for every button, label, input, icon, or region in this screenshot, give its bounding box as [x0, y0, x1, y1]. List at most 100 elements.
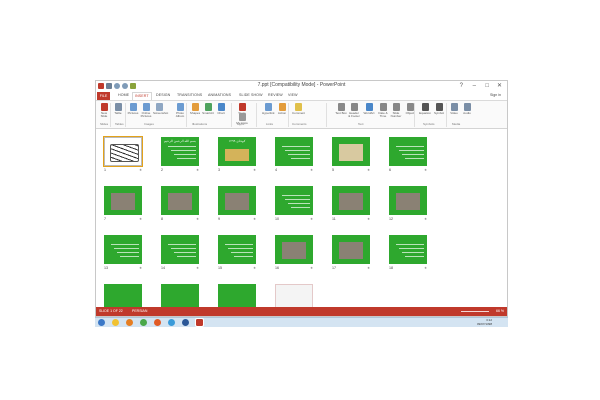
ribbon-button-label: WordArt	[363, 111, 375, 115]
slide-thumbnail-12[interactable]	[389, 186, 427, 215]
tab-view[interactable]: VIEW	[288, 93, 298, 97]
tab-home[interactable]: HOME	[118, 93, 129, 97]
text-line	[288, 203, 310, 204]
explorer-icon[interactable]	[112, 319, 119, 326]
ribbon-button-label: Pictures	[127, 111, 139, 115]
chart-icon	[217, 103, 225, 111]
header-footer-button[interactable]: Header & Footer	[348, 103, 360, 119]
slide-thumbnail-7[interactable]	[104, 186, 142, 215]
transition-star-icon: ★	[367, 168, 371, 172]
table-icon	[114, 103, 122, 111]
ribbon-button-label: Symbol	[433, 111, 444, 115]
table-button[interactable]: Table	[112, 103, 124, 115]
slide-thumbnail-8[interactable]	[161, 186, 199, 215]
sign-in-link[interactable]: Sign in	[490, 93, 501, 97]
shapes-button[interactable]: Shapes	[189, 103, 201, 115]
slide-thumbnail-6[interactable]	[389, 137, 427, 166]
date-time-button[interactable]: Date & Time	[377, 103, 389, 119]
slide-thumbnail-11[interactable]	[332, 186, 370, 215]
audio-button[interactable]: Audio	[461, 103, 473, 115]
slide-thumbnail-2[interactable]: بسم الله الرحمن الرحیم	[161, 137, 199, 166]
ribbon-group-label: Images	[144, 122, 154, 126]
text-line	[114, 248, 139, 249]
slide-thumbnail-5[interactable]	[332, 137, 370, 166]
slide-thumbnail-17[interactable]	[332, 235, 370, 264]
chart-button[interactable]: Chart	[215, 103, 227, 115]
video-button[interactable]: Video	[448, 103, 460, 115]
slide-thumbnail-4[interactable]	[275, 137, 313, 166]
slide-number: 14	[161, 266, 165, 270]
chrome-icon[interactable]	[140, 319, 147, 326]
slide-thumbnail-partial[interactable]	[218, 284, 256, 309]
photo-image	[339, 193, 363, 210]
slide-number-button[interactable]: Slide Number	[390, 103, 402, 119]
help-button[interactable]: ?	[460, 82, 463, 90]
start-icon[interactable]	[98, 319, 105, 326]
photo-image	[339, 242, 363, 259]
firefox-icon[interactable]	[154, 319, 161, 326]
text-box-button[interactable]: Text Box	[335, 103, 347, 115]
slide-thumbnail-3[interactable]: کودتای ۱۲۹۹	[218, 137, 256, 166]
slide-thumbnail-13[interactable]	[104, 235, 142, 264]
slide-title: بسم الله الرحمن الرحیم	[164, 139, 196, 143]
slide-thumbnail-partial[interactable]	[275, 284, 313, 309]
slide-thumbnail-1[interactable]	[103, 136, 143, 167]
clock[interactable]: 3:12 09/07/1398	[477, 318, 492, 326]
screenshot-icon	[155, 103, 163, 111]
photo-image	[225, 149, 249, 161]
slide-thumbnail-14[interactable]	[161, 235, 199, 264]
slide-counter: SLIDE 1 OF 22	[99, 309, 123, 313]
media-icon[interactable]	[126, 319, 133, 326]
ribbon-button-label: Photo Album	[175, 111, 185, 119]
slide-number: 15	[218, 266, 222, 270]
online-pictures-button[interactable]: Online Pictures	[140, 103, 152, 119]
tab-design[interactable]: DESIGN	[156, 93, 170, 97]
skype-icon[interactable]	[168, 319, 175, 326]
zoom-level[interactable]: 66 %	[496, 309, 504, 313]
pictures-icon	[129, 103, 137, 111]
text-line	[231, 252, 253, 253]
comment-button[interactable]: Comment	[292, 103, 305, 115]
hyperlink-button[interactable]: Hyperlink	[262, 103, 275, 115]
minimize-button[interactable]: –	[473, 82, 476, 90]
slide-number: 18	[389, 266, 393, 270]
new-slide-button[interactable]: New Slide	[98, 103, 110, 119]
transition-star-icon: ★	[424, 168, 428, 172]
action-button[interactable]: Action	[276, 103, 288, 115]
text-line	[171, 248, 196, 249]
language-indicator[interactable]: PERSIAN	[132, 309, 147, 313]
word-icon[interactable]	[182, 319, 189, 326]
object-icon	[406, 103, 414, 111]
powerpoint-icon[interactable]	[195, 318, 204, 327]
tab-transitions[interactable]: TRANSITIONS	[177, 93, 202, 97]
transition-star-icon: ★	[367, 266, 371, 270]
maximize-button[interactable]: □	[485, 82, 489, 90]
slide-thumbnail-partial[interactable]	[104, 284, 142, 309]
tab-review[interactable]: REVIEW	[268, 93, 283, 97]
slide-thumbnail-9[interactable]	[218, 186, 256, 215]
smartart-button[interactable]: SmartArt	[202, 103, 214, 115]
slide-thumbnail-partial[interactable]	[161, 284, 199, 309]
slide-thumbnail-10[interactable]	[275, 186, 313, 215]
ribbon-button-label: Audio	[463, 111, 471, 115]
slide-thumbnail-16[interactable]	[275, 235, 313, 264]
tab-animations[interactable]: ANIMATIONS	[208, 93, 231, 97]
tab-slide-show[interactable]: SLIDE SHOW	[239, 93, 263, 97]
zoom-slider[interactable]	[461, 311, 489, 312]
ribbon-button-label: Table	[114, 111, 122, 115]
slide-thumbnail-18[interactable]	[389, 235, 427, 264]
text-line	[405, 256, 424, 257]
wordart-button[interactable]: WordArt	[363, 103, 375, 115]
screenshot-button[interactable]: Screenshot	[153, 103, 168, 115]
slide-thumbnail-15[interactable]	[218, 235, 256, 264]
photo-album-button[interactable]: Photo Album	[174, 103, 186, 119]
tab-insert[interactable]: INSERT	[132, 92, 152, 100]
equation-button[interactable]: Equation	[419, 103, 431, 115]
symbol-button[interactable]: Symbol	[433, 103, 445, 115]
date-time-icon	[379, 103, 387, 111]
store-icon	[238, 103, 246, 111]
text-line	[174, 252, 196, 253]
tab-file[interactable]: FILE	[97, 92, 110, 100]
pictures-button[interactable]: Pictures	[127, 103, 139, 115]
close-button[interactable]: ✕	[497, 82, 502, 90]
